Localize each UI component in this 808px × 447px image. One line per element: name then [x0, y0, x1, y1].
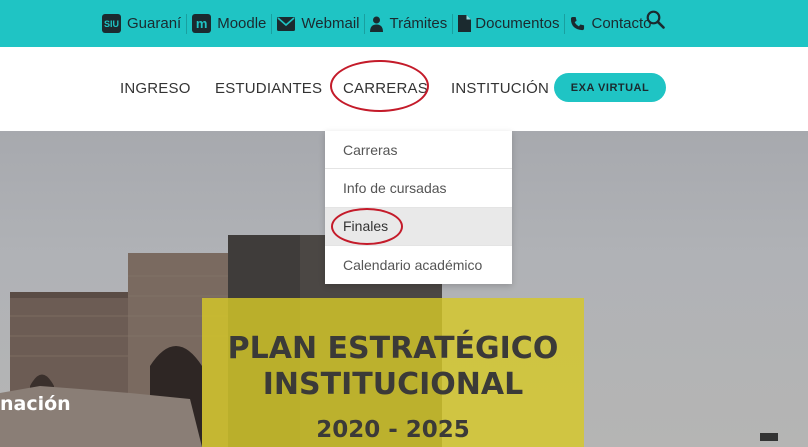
plan-years: 2020 - 2025: [316, 417, 470, 443]
dropdown-item-info-cursadas[interactable]: Info de cursadas: [325, 169, 512, 208]
plan-title-line1: PLAN ESTRATÉGICO: [227, 331, 559, 366]
link-documentos[interactable]: Documentos: [458, 15, 559, 32]
link-webmail[interactable]: Webmail: [277, 15, 359, 32]
hero-side-text: nación: [0, 393, 71, 415]
quick-links: SIU Guaraní m Moodle Webmail Trámites Do…: [102, 0, 652, 47]
top-bar: SIU Guaraní m Moodle Webmail Trámites Do…: [0, 0, 808, 47]
moodle-icon: m: [192, 14, 212, 33]
link-moodle[interactable]: m Moodle: [192, 14, 266, 33]
divider: [186, 13, 188, 34]
divider: [364, 13, 366, 34]
search-icon[interactable]: [646, 10, 665, 34]
divider: [564, 13, 566, 34]
nav-institucion[interactable]: INSTITUCIÓN: [451, 80, 549, 97]
divider: [452, 13, 454, 34]
link-contacto[interactable]: Contacto: [570, 15, 652, 32]
nav-ingreso[interactable]: INGRESO: [120, 80, 191, 97]
link-documentos-label: Documentos: [475, 15, 560, 32]
nav-carreras[interactable]: CARRERAS: [343, 80, 428, 97]
exa-virtual-button[interactable]: EXA VIRTUAL: [554, 73, 666, 102]
dropdown-item-finales[interactable]: Finales: [325, 207, 512, 246]
envelope-icon: [277, 16, 296, 31]
link-tramites[interactable]: Trámites: [370, 15, 447, 32]
main-nav: INGRESO ESTUDIANTES CARRERAS INSTITUCIÓN…: [0, 47, 808, 131]
plan-title: PLAN ESTRATÉGICO INSTITUCIONAL: [202, 331, 584, 403]
link-guarani[interactable]: SIU Guaraní: [102, 14, 181, 33]
dropdown-item-calendario[interactable]: Calendario académico: [325, 246, 512, 284]
phone-icon: [570, 16, 585, 31]
link-webmail-label: Webmail: [301, 15, 360, 32]
carreras-dropdown: Carreras Info de cursadas Finales Calend…: [325, 131, 512, 284]
link-moodle-label: Moodle: [217, 15, 267, 32]
divider: [271, 13, 273, 34]
link-guarani-label: Guaraní: [127, 15, 182, 32]
user-icon: [370, 16, 384, 32]
link-tramites-label: Trámites: [389, 15, 448, 32]
nav-estudiantes[interactable]: ESTUDIANTES: [215, 80, 322, 97]
document-icon: [458, 15, 472, 32]
plan-title-line2: INSTITUCIONAL: [262, 367, 524, 402]
siu-icon: SIU: [102, 14, 121, 33]
dropdown-item-carreras[interactable]: Carreras: [325, 131, 512, 170]
link-contacto-label: Contacto: [591, 15, 652, 32]
